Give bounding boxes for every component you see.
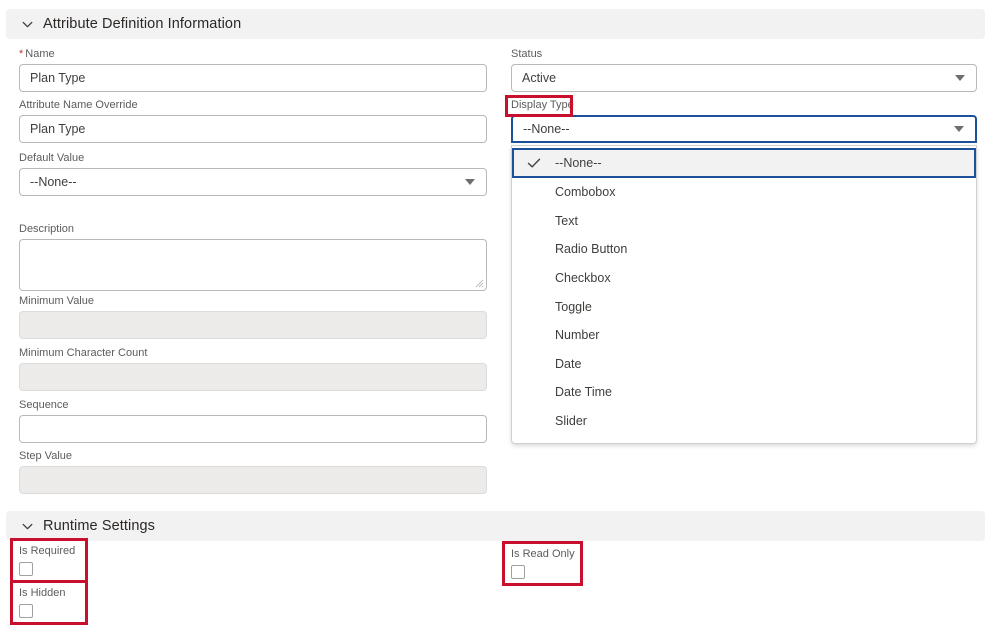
dropdown-option-label: Combobox [555,185,616,200]
dropdown-option-date-time[interactable]: Date Time [512,378,976,407]
dropdown-option-slider[interactable]: Slider [512,407,976,436]
dropdown-option-none[interactable]: --None-- [512,148,976,178]
field-label-name: * Name [19,48,55,60]
check-icon [527,158,541,168]
field-minimum-value: Minimum Value [19,295,487,339]
resize-grip-icon[interactable] [475,279,484,288]
required-asterisk: * [19,48,24,60]
field-label-is-read-only: Is Read Only [511,548,575,560]
field-label-sequence: Sequence [19,399,69,411]
dropdown-option-text[interactable]: Text [512,207,976,236]
name-input-value: Plan Type [30,71,86,85]
field-attribute-name-override: Attribute Name Override Plan Type [19,99,487,143]
minimum-character-count-input [19,363,487,391]
field-label-is-required: Is Required [19,545,76,557]
field-status: Status Active [511,48,977,92]
chevron-down-icon [20,519,34,533]
field-name: * Name Plan Type [19,48,487,92]
field-label-display-type: Display Type [511,99,574,111]
dropdown-option-date[interactable]: Date [512,350,976,379]
is-required-checkbox[interactable] [19,562,33,576]
step-value-input [19,466,487,494]
field-label-status: Status [511,48,543,60]
field-label-description: Description [19,223,75,235]
field-default-value: Default Value --None-- [19,152,487,196]
field-label-minimum-value: Minimum Value [19,295,94,307]
field-description: Description [19,223,487,291]
field-sequence: Sequence [19,399,487,443]
attribute-name-override-input[interactable]: Plan Type [19,115,487,143]
field-label-attribute-name-override: Attribute Name Override [19,99,138,111]
dropdown-option-label: Date [555,356,582,371]
chevron-down-icon [465,179,475,185]
field-is-read-only: Is Read Only [511,548,575,579]
status-select[interactable]: Active [511,64,977,92]
section-header-runtime-settings[interactable]: Runtime Settings [6,511,985,541]
section-header-attribute-definition[interactable]: Attribute Definition Information [6,9,985,39]
is-hidden-checkbox[interactable] [19,604,33,618]
field-step-value: Step Value [19,450,487,494]
display-type-dropdown-list[interactable]: --None-- Combobox Text Radio Button Chec… [511,145,977,445]
chevron-down-icon [954,126,964,132]
display-type-select[interactable]: --None-- [511,115,977,143]
field-label-minimum-character-count: Minimum Character Count [19,347,148,359]
description-textarea[interactable] [19,239,487,291]
sequence-input[interactable] [19,415,487,443]
dropdown-option-label: Checkbox [555,271,611,286]
dropdown-option-combobox[interactable]: Combobox [512,178,976,207]
field-label-step-value: Step Value [19,450,73,462]
status-selected: Active [522,71,557,85]
default-value-selected: --None-- [30,175,77,189]
default-value-select[interactable]: --None-- [19,168,487,196]
chevron-down-icon [955,75,965,81]
is-read-only-checkbox[interactable] [511,565,525,579]
field-label-is-hidden: Is Hidden [19,587,66,599]
dropdown-option-label: Toggle [555,299,592,314]
field-label-default-value: Default Value [19,152,85,164]
dropdown-option-label: Radio Button [555,242,628,257]
attribute-name-override-value: Plan Type [30,122,86,136]
dropdown-option-toggle[interactable]: Toggle [512,292,976,321]
section-title: Attribute Definition Information [43,15,242,32]
dropdown-option-label: Date Time [555,385,612,400]
dropdown-option-number[interactable]: Number [512,321,976,350]
dropdown-option-checkbox[interactable]: Checkbox [512,264,976,293]
dropdown-option-label: Text [555,213,578,228]
display-type-selected: --None-- [523,122,570,136]
dropdown-option-label: Slider [555,414,587,429]
field-is-hidden: Is Hidden [19,587,65,618]
minimum-value-input [19,311,487,339]
dropdown-option-label: Number [555,328,600,343]
field-minimum-character-count: Minimum Character Count [19,347,487,391]
dropdown-option-radio-button[interactable]: Radio Button [512,235,976,264]
section-title: Runtime Settings [43,517,156,534]
field-is-required: Is Required [19,545,75,576]
field-display-type: Display Type --None-- [511,99,977,143]
name-input[interactable]: Plan Type [19,64,487,92]
chevron-down-icon [20,17,34,31]
